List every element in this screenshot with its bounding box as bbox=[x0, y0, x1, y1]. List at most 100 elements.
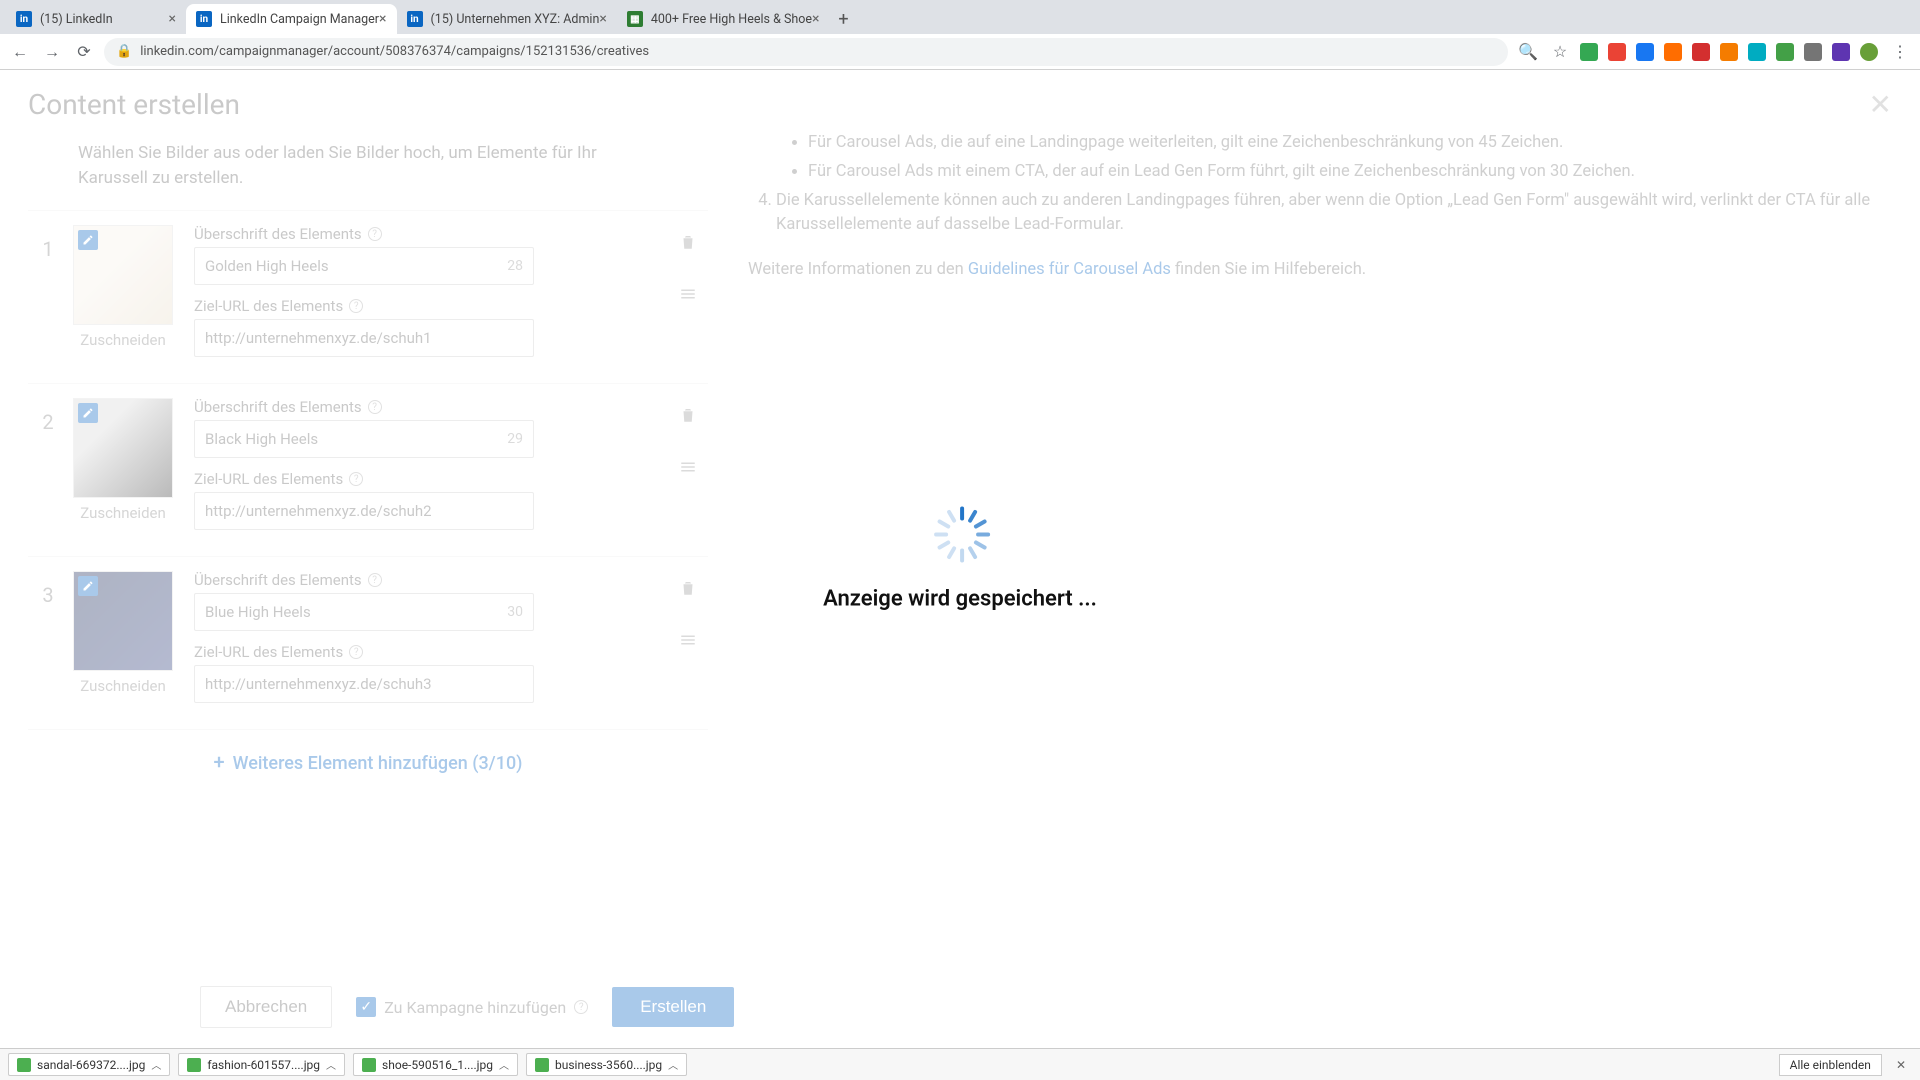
checkbox-label: Zu Kampagne hinzufügen bbox=[384, 998, 566, 1017]
back-button[interactable]: ← bbox=[8, 40, 32, 64]
download-item[interactable]: shoe-590516_1....jpg︿ bbox=[353, 1053, 518, 1076]
download-item[interactable]: fashion-601557....jpg︿ bbox=[178, 1053, 345, 1076]
hint-bullet: Für Carousel Ads, die auf eine Landingpa… bbox=[808, 131, 1892, 156]
bookmark-icon[interactable]: ☆ bbox=[1548, 40, 1572, 64]
close-modal-button[interactable]: ✕ bbox=[1869, 88, 1892, 121]
browser-tab-active[interactable]: in LinkedIn Campaign Manager × bbox=[186, 4, 397, 34]
extension-icon[interactable] bbox=[1776, 43, 1794, 61]
drag-handle-icon[interactable] bbox=[679, 631, 697, 653]
guidelines-link[interactable]: Guidelines für Carousel Ads bbox=[968, 260, 1171, 279]
browser-tab[interactable]: ▦ 400+ Free High Heels & Shoe × bbox=[617, 4, 830, 34]
url-input[interactable]: http://unternehmenxyz.de/schuh2 bbox=[194, 492, 534, 530]
url-input[interactable]: 🔒 linkedin.com/campaignmanager/account/5… bbox=[104, 38, 1508, 66]
headline-value: Golden High Heels bbox=[205, 257, 329, 275]
delete-item-icon[interactable] bbox=[679, 579, 697, 601]
char-count: 30 bbox=[507, 604, 523, 620]
download-item[interactable]: sandal-669372....jpg ︿ bbox=[8, 1053, 170, 1076]
extension-icon[interactable] bbox=[1692, 43, 1710, 61]
extension-icon[interactable] bbox=[1664, 43, 1682, 61]
help-icon[interactable]: ? bbox=[349, 299, 363, 313]
headline-input[interactable]: Black High Heels 29 bbox=[194, 420, 534, 458]
headline-label: Überschrift des Elements bbox=[194, 225, 362, 243]
plus-icon: + bbox=[214, 750, 225, 774]
item-thumbnail[interactable] bbox=[73, 571, 173, 671]
drag-handle-icon[interactable] bbox=[679, 285, 697, 307]
chevron-up-icon[interactable]: ︿ bbox=[326, 1057, 336, 1072]
zoom-icon[interactable]: 🔍 bbox=[1516, 40, 1540, 64]
menu-icon[interactable]: ⋮ bbox=[1888, 40, 1912, 64]
download-item[interactable]: business-3560....jpg︿ bbox=[526, 1053, 687, 1076]
headline-input[interactable]: Blue High Heels 30 bbox=[194, 593, 534, 631]
help-icon[interactable]: ? bbox=[368, 573, 382, 587]
forward-button[interactable]: → bbox=[40, 40, 64, 64]
crop-link[interactable]: Zuschneiden bbox=[68, 504, 178, 522]
item-thumbnail[interactable] bbox=[73, 225, 173, 325]
modal-header: Content erstellen ✕ bbox=[0, 70, 1920, 131]
spinner-icon bbox=[932, 507, 988, 563]
hint-numbered: Die Karussellelemente können auch zu and… bbox=[776, 189, 1892, 239]
help-icon[interactable]: ? bbox=[349, 472, 363, 486]
help-icon[interactable]: ? bbox=[574, 1000, 588, 1014]
item-number: 2 bbox=[28, 398, 68, 434]
edit-image-icon[interactable] bbox=[78, 230, 98, 250]
extension-icon[interactable] bbox=[1636, 43, 1654, 61]
help-icon[interactable]: ? bbox=[368, 400, 382, 414]
tab-title: (15) Unternehmen XYZ: Admin bbox=[431, 12, 600, 27]
extension-icon[interactable] bbox=[1748, 43, 1766, 61]
cancel-button[interactable]: Abbrechen bbox=[200, 986, 332, 1028]
crop-link[interactable]: Zuschneiden bbox=[68, 677, 178, 695]
url-input[interactable]: http://unternehmenxyz.de/schuh3 bbox=[194, 665, 534, 703]
modal-footer: Abbrechen ✓ Zu Kampagne hinzufügen ? Ers… bbox=[0, 986, 1920, 1028]
modal-title: Content erstellen bbox=[28, 88, 240, 121]
drag-handle-icon[interactable] bbox=[679, 458, 697, 480]
url-input[interactable]: http://unternehmenxyz.de/schuh1 bbox=[194, 319, 534, 357]
checkbox-checked-icon: ✓ bbox=[356, 997, 376, 1017]
extension-icon[interactable] bbox=[1580, 43, 1598, 61]
chevron-up-icon[interactable]: ︿ bbox=[151, 1057, 161, 1072]
headline-value: Blue High Heels bbox=[205, 603, 311, 621]
download-filename: sandal-669372....jpg bbox=[37, 1058, 145, 1072]
modal-container: Content erstellen ✕ Wählen Sie Bilder au… bbox=[0, 70, 1920, 1048]
extension-icon[interactable] bbox=[1608, 43, 1626, 61]
browser-tab[interactable]: in (15) LinkedIn × bbox=[6, 4, 186, 34]
close-tab-icon[interactable]: × bbox=[812, 11, 819, 27]
hint-bullet: Für Carousel Ads mit einem CTA, der auf … bbox=[808, 160, 1892, 185]
headline-label: Überschrift des Elements bbox=[194, 398, 362, 416]
browser-tab[interactable]: in (15) Unternehmen XYZ: Admin × bbox=[397, 4, 617, 34]
edit-image-icon[interactable] bbox=[78, 576, 98, 596]
show-all-downloads-button[interactable]: Alle einblenden bbox=[1779, 1054, 1882, 1076]
create-button[interactable]: Erstellen bbox=[612, 987, 734, 1027]
carousel-items-panel: Wählen Sie Bilder aus oder laden Sie Bil… bbox=[28, 131, 708, 794]
reload-button[interactable]: ⟳ bbox=[72, 40, 96, 64]
headline-value: Black High Heels bbox=[205, 430, 318, 448]
file-icon bbox=[17, 1058, 31, 1072]
add-to-campaign-checkbox[interactable]: ✓ Zu Kampagne hinzufügen ? bbox=[356, 997, 588, 1017]
edit-image-icon[interactable] bbox=[78, 403, 98, 423]
extension-icon[interactable] bbox=[1832, 43, 1850, 61]
headline-input[interactable]: Golden High Heels 28 bbox=[194, 247, 534, 285]
loading-text: Anzeige wird gespeichert ... bbox=[823, 587, 1097, 612]
chevron-up-icon[interactable]: ︿ bbox=[499, 1057, 509, 1072]
tab-bar: in (15) LinkedIn × in LinkedIn Campaign … bbox=[0, 0, 1920, 34]
profile-avatar[interactable] bbox=[1860, 43, 1878, 61]
extension-icon[interactable] bbox=[1804, 43, 1822, 61]
close-shelf-button[interactable]: ✕ bbox=[1890, 1058, 1912, 1072]
tab-title: LinkedIn Campaign Manager bbox=[220, 12, 379, 27]
url-label: Ziel-URL des Elements bbox=[194, 470, 343, 488]
close-tab-icon[interactable]: × bbox=[169, 11, 176, 27]
item-thumbnail[interactable] bbox=[73, 398, 173, 498]
help-icon[interactable]: ? bbox=[349, 645, 363, 659]
new-tab-button[interactable]: + bbox=[830, 9, 858, 30]
close-tab-icon[interactable]: × bbox=[379, 11, 386, 27]
help-icon[interactable]: ? bbox=[368, 227, 382, 241]
delete-item-icon[interactable] bbox=[679, 406, 697, 428]
delete-item-icon[interactable] bbox=[679, 233, 697, 255]
chevron-up-icon[interactable]: ︿ bbox=[668, 1057, 678, 1072]
add-element-button[interactable]: +Weiteres Element hinzufügen (3/10) bbox=[28, 729, 708, 794]
extension-icon[interactable] bbox=[1720, 43, 1738, 61]
crop-link[interactable]: Zuschneiden bbox=[68, 331, 178, 349]
help-panel: Für Carousel Ads, die auf eine Landingpa… bbox=[748, 131, 1892, 794]
close-tab-icon[interactable]: × bbox=[599, 11, 606, 27]
favicon-sheets-icon: ▦ bbox=[627, 11, 643, 27]
url-value: http://unternehmenxyz.de/schuh3 bbox=[205, 675, 432, 693]
